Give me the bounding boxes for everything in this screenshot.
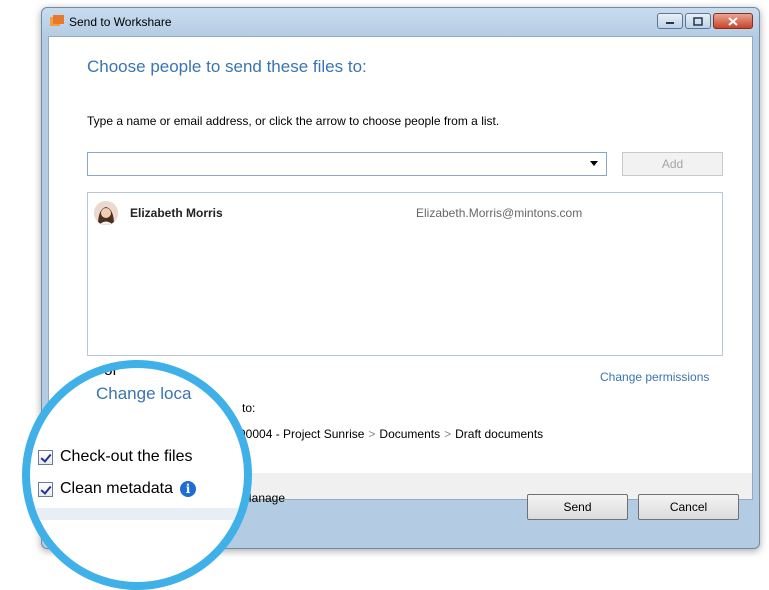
window-title: Send to Workshare [69, 15, 172, 29]
breadcrumb-separator: > [368, 427, 376, 441]
magnifier-callout: Fol Change loca Check-out the files Clea… [22, 360, 252, 590]
recipient-name: Elizabeth Morris [130, 206, 223, 220]
breadcrumb-segment: 00004 - Project Sunrise [239, 427, 365, 441]
send-button[interactable]: Send [527, 494, 628, 520]
workshare-app-icon [50, 15, 64, 26]
recipient-list[interactable]: Elizabeth Morris Elizabeth.Morris@minton… [87, 192, 723, 356]
instruction-text: Type a name or email address, or click t… [87, 114, 500, 128]
cancel-button[interactable]: Cancel [638, 494, 739, 520]
change-location-link[interactable]: Change loca [96, 384, 191, 404]
magnifier-footer-band [30, 508, 244, 520]
breadcrumb-segment: Documents [379, 427, 441, 441]
checkout-label: Check-out the files [60, 448, 193, 465]
change-permissions-link[interactable]: Change permissions [600, 370, 709, 384]
close-icon [728, 16, 738, 26]
minimize-button[interactable] [657, 13, 683, 29]
destination-label: to: [242, 401, 256, 415]
clean-metadata-label: Clean metadata [60, 480, 173, 497]
info-icon[interactable]: i [179, 481, 196, 497]
minimize-icon [666, 22, 674, 24]
maximize-icon [693, 16, 703, 26]
recipient-row[interactable]: Elizabeth Morris Elizabeth.Morris@minton… [94, 201, 714, 227]
checkout-checkbox[interactable] [38, 449, 53, 465]
title-bar[interactable]: Send to Workshare [42, 8, 759, 36]
close-button[interactable] [713, 13, 753, 29]
clean-metadata-option[interactable]: Clean metadata i [38, 480, 196, 498]
breadcrumb: 00004 - Project Sunrise > Documents > Draft … [239, 427, 543, 441]
maximize-button[interactable] [685, 13, 711, 29]
recipient-input[interactable] [87, 152, 607, 176]
breadcrumb-segment: Draft documents [455, 427, 544, 441]
breadcrumb-separator: > [444, 427, 452, 441]
recipient-email: Elizabeth.Morris@mintons.com [416, 206, 583, 220]
clean-metadata-checkbox[interactable] [38, 481, 53, 497]
dropdown-arrow-icon[interactable] [590, 161, 598, 166]
avatar [94, 201, 118, 225]
add-button[interactable]: Add [622, 152, 723, 176]
page-heading: Choose people to send these files to: [87, 57, 367, 76]
checkout-option[interactable]: Check-out the files [38, 448, 193, 466]
